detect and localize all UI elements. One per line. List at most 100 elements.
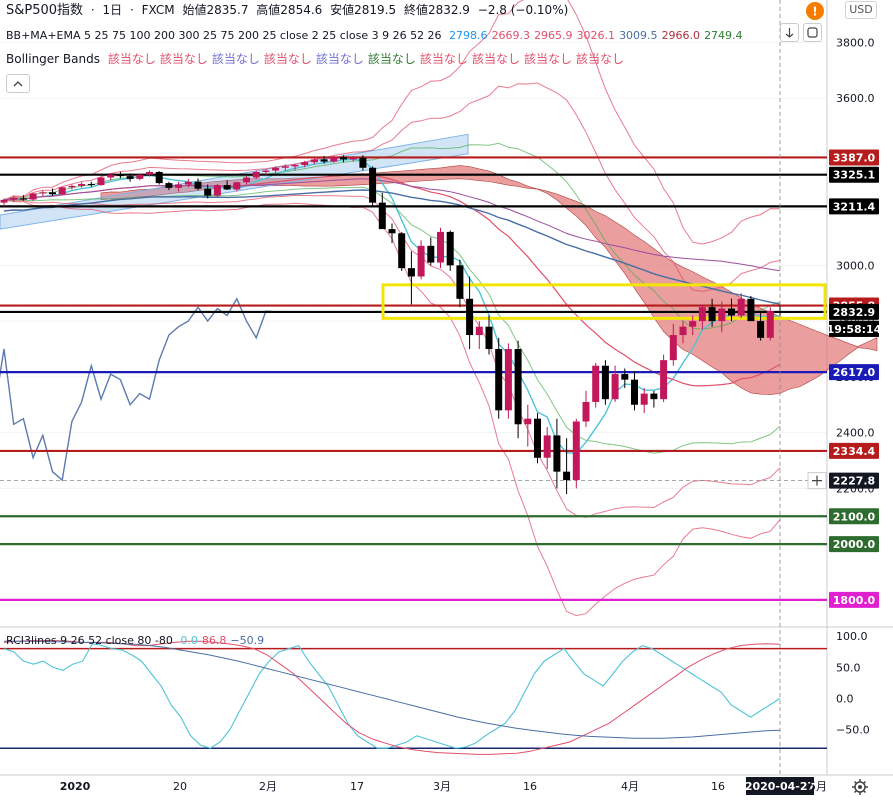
candle-body	[437, 231, 444, 263]
rci-tick-label: 0.0	[836, 692, 854, 705]
symbol-name[interactable]: S&P500指数	[6, 3, 83, 18]
time-tick-label: 4月	[621, 780, 639, 793]
rci-tick-label: 50.0	[836, 661, 861, 674]
candle-body	[252, 171, 260, 178]
candle-body	[116, 174, 124, 177]
candle-body	[640, 393, 648, 405]
indicator-value: 86.8	[201, 634, 227, 647]
alert-icon[interactable]: !	[806, 2, 824, 20]
symbol-legend: S&P500指数 · 1日 · FXCM 始値2835.7 高値2854.6 安…	[6, 2, 572, 19]
price-badge: 3325.1	[829, 166, 879, 183]
price-badge-label: 2334.4	[833, 445, 876, 458]
candle-body	[669, 335, 677, 361]
price-badge: 2227.8	[829, 472, 879, 489]
candle	[97, 176, 105, 186]
indicator-value: 2965.9	[534, 29, 573, 42]
candle	[155, 171, 163, 185]
candle-body	[592, 365, 600, 402]
arrow-down-button[interactable]	[780, 23, 799, 42]
indicator-name: RCI3lines 9 26 52 close 80 -80	[6, 634, 173, 647]
candle-body	[485, 326, 493, 349]
maximize-button[interactable]	[803, 23, 822, 42]
candle-body	[165, 183, 173, 188]
candle-body	[78, 183, 86, 186]
candle-body	[679, 326, 687, 336]
indicator-value: 0.0	[180, 634, 198, 647]
chart-canvas[interactable]: 3800.03600.03400.03200.03000.02800.02600…	[0, 0, 893, 799]
bollinger-legend[interactable]: Bollinger Bands 該当なし 該当なし 該当なし 該当なし 該当なし 該当なし…	[6, 51, 632, 67]
time-tick-label: 3月	[433, 780, 451, 793]
candle	[437, 227, 444, 269]
indicator-name: BB+MA+EMA 5 25 75 100 200 300 25 75 200 …	[6, 29, 442, 42]
time-tick-label: 2020	[60, 780, 91, 793]
candle-body	[310, 159, 318, 163]
time-axis[interactable]: 2020 20 2月 17 3月 16 4月 16 2020-04-275月	[60, 777, 827, 795]
candle	[747, 296, 755, 322]
indicator-value-na: 該当なし	[211, 52, 260, 66]
price-badge: 2334.4	[829, 442, 879, 459]
svg-text:!: !	[812, 5, 817, 19]
candle-body	[233, 182, 241, 190]
price-badge: 2832.9	[829, 303, 879, 320]
candle-body	[417, 245, 425, 277]
interval[interactable]: 1日	[103, 3, 123, 17]
price-tick-label: 3600.0	[836, 92, 875, 105]
candle-body	[378, 202, 386, 230]
price-tick-label: 3000.0	[836, 259, 875, 272]
time-cursor-label: 2020-04-27	[745, 780, 815, 793]
candle-body	[534, 418, 541, 458]
candle-body	[272, 167, 280, 171]
currency-label[interactable]: USD	[845, 1, 877, 19]
price-badge: 3387.0	[829, 149, 879, 166]
candle-body	[475, 326, 483, 336]
price-badge: 2100.0	[829, 508, 879, 525]
candle	[592, 362, 600, 408]
price-badge: 3211.4	[829, 198, 879, 215]
candle-body	[650, 393, 658, 400]
price-badge: 1800.0	[829, 591, 879, 608]
price-badge-label: 2100.0	[833, 510, 876, 523]
candle-body	[466, 298, 474, 336]
candle	[572, 418, 580, 489]
bbma-legend[interactable]: BB+MA+EMA 5 25 75 100 200 300 25 75 200 …	[6, 28, 751, 44]
indicator-value-na: 該当なし	[263, 52, 312, 66]
candle-body	[97, 177, 105, 186]
candle-body	[611, 374, 619, 400]
indicator-value-na: 該当なし	[159, 52, 208, 66]
candle-body	[456, 265, 464, 299]
candle-body	[747, 298, 755, 322]
candle-body	[19, 198, 27, 200]
change-value: −2.8 (−0.10%)	[477, 3, 569, 17]
candle-body	[213, 185, 221, 196]
low-value: 安値2819.5	[330, 3, 397, 17]
collapse-legend-button[interactable]	[6, 74, 30, 93]
candle-body	[146, 171, 153, 175]
indicator-value: 2966.0	[661, 29, 701, 42]
indicator-value: 3009.5	[619, 29, 658, 42]
price-badge-label: 1800.0	[833, 594, 876, 607]
candle-body	[262, 170, 270, 172]
settings-icon[interactable]	[851, 778, 869, 800]
close-value: 終値2832.9	[403, 3, 470, 17]
indicator-value: 2669.3	[491, 29, 531, 42]
indicator-value: −50.9	[230, 634, 265, 647]
candle-body	[155, 171, 163, 184]
indicator-value: 3026.1	[576, 29, 616, 42]
separator: ·	[130, 3, 134, 17]
indicator-value-na: 該当なし	[315, 52, 364, 66]
candle	[398, 231, 406, 271]
time-tick-label: 20	[173, 780, 187, 793]
indicator-value-na: 該当なし	[367, 52, 416, 66]
candle-body	[563, 471, 571, 481]
time-tick-label: 5月	[809, 780, 827, 793]
candle-body	[204, 188, 212, 196]
candle-body	[0, 199, 8, 203]
candle-body	[175, 184, 183, 188]
candle-body	[427, 245, 435, 263]
rci-legend[interactable]: RCI3lines 9 26 52 close 80 -80 0.0 86.8 −5…	[6, 633, 272, 649]
separator: ·	[90, 3, 95, 17]
candle	[58, 186, 66, 196]
price-badge-label: 2617.0	[833, 366, 876, 379]
indicator-value-na: 該当なし	[523, 52, 572, 66]
time-tick-label: 2月	[259, 780, 277, 793]
